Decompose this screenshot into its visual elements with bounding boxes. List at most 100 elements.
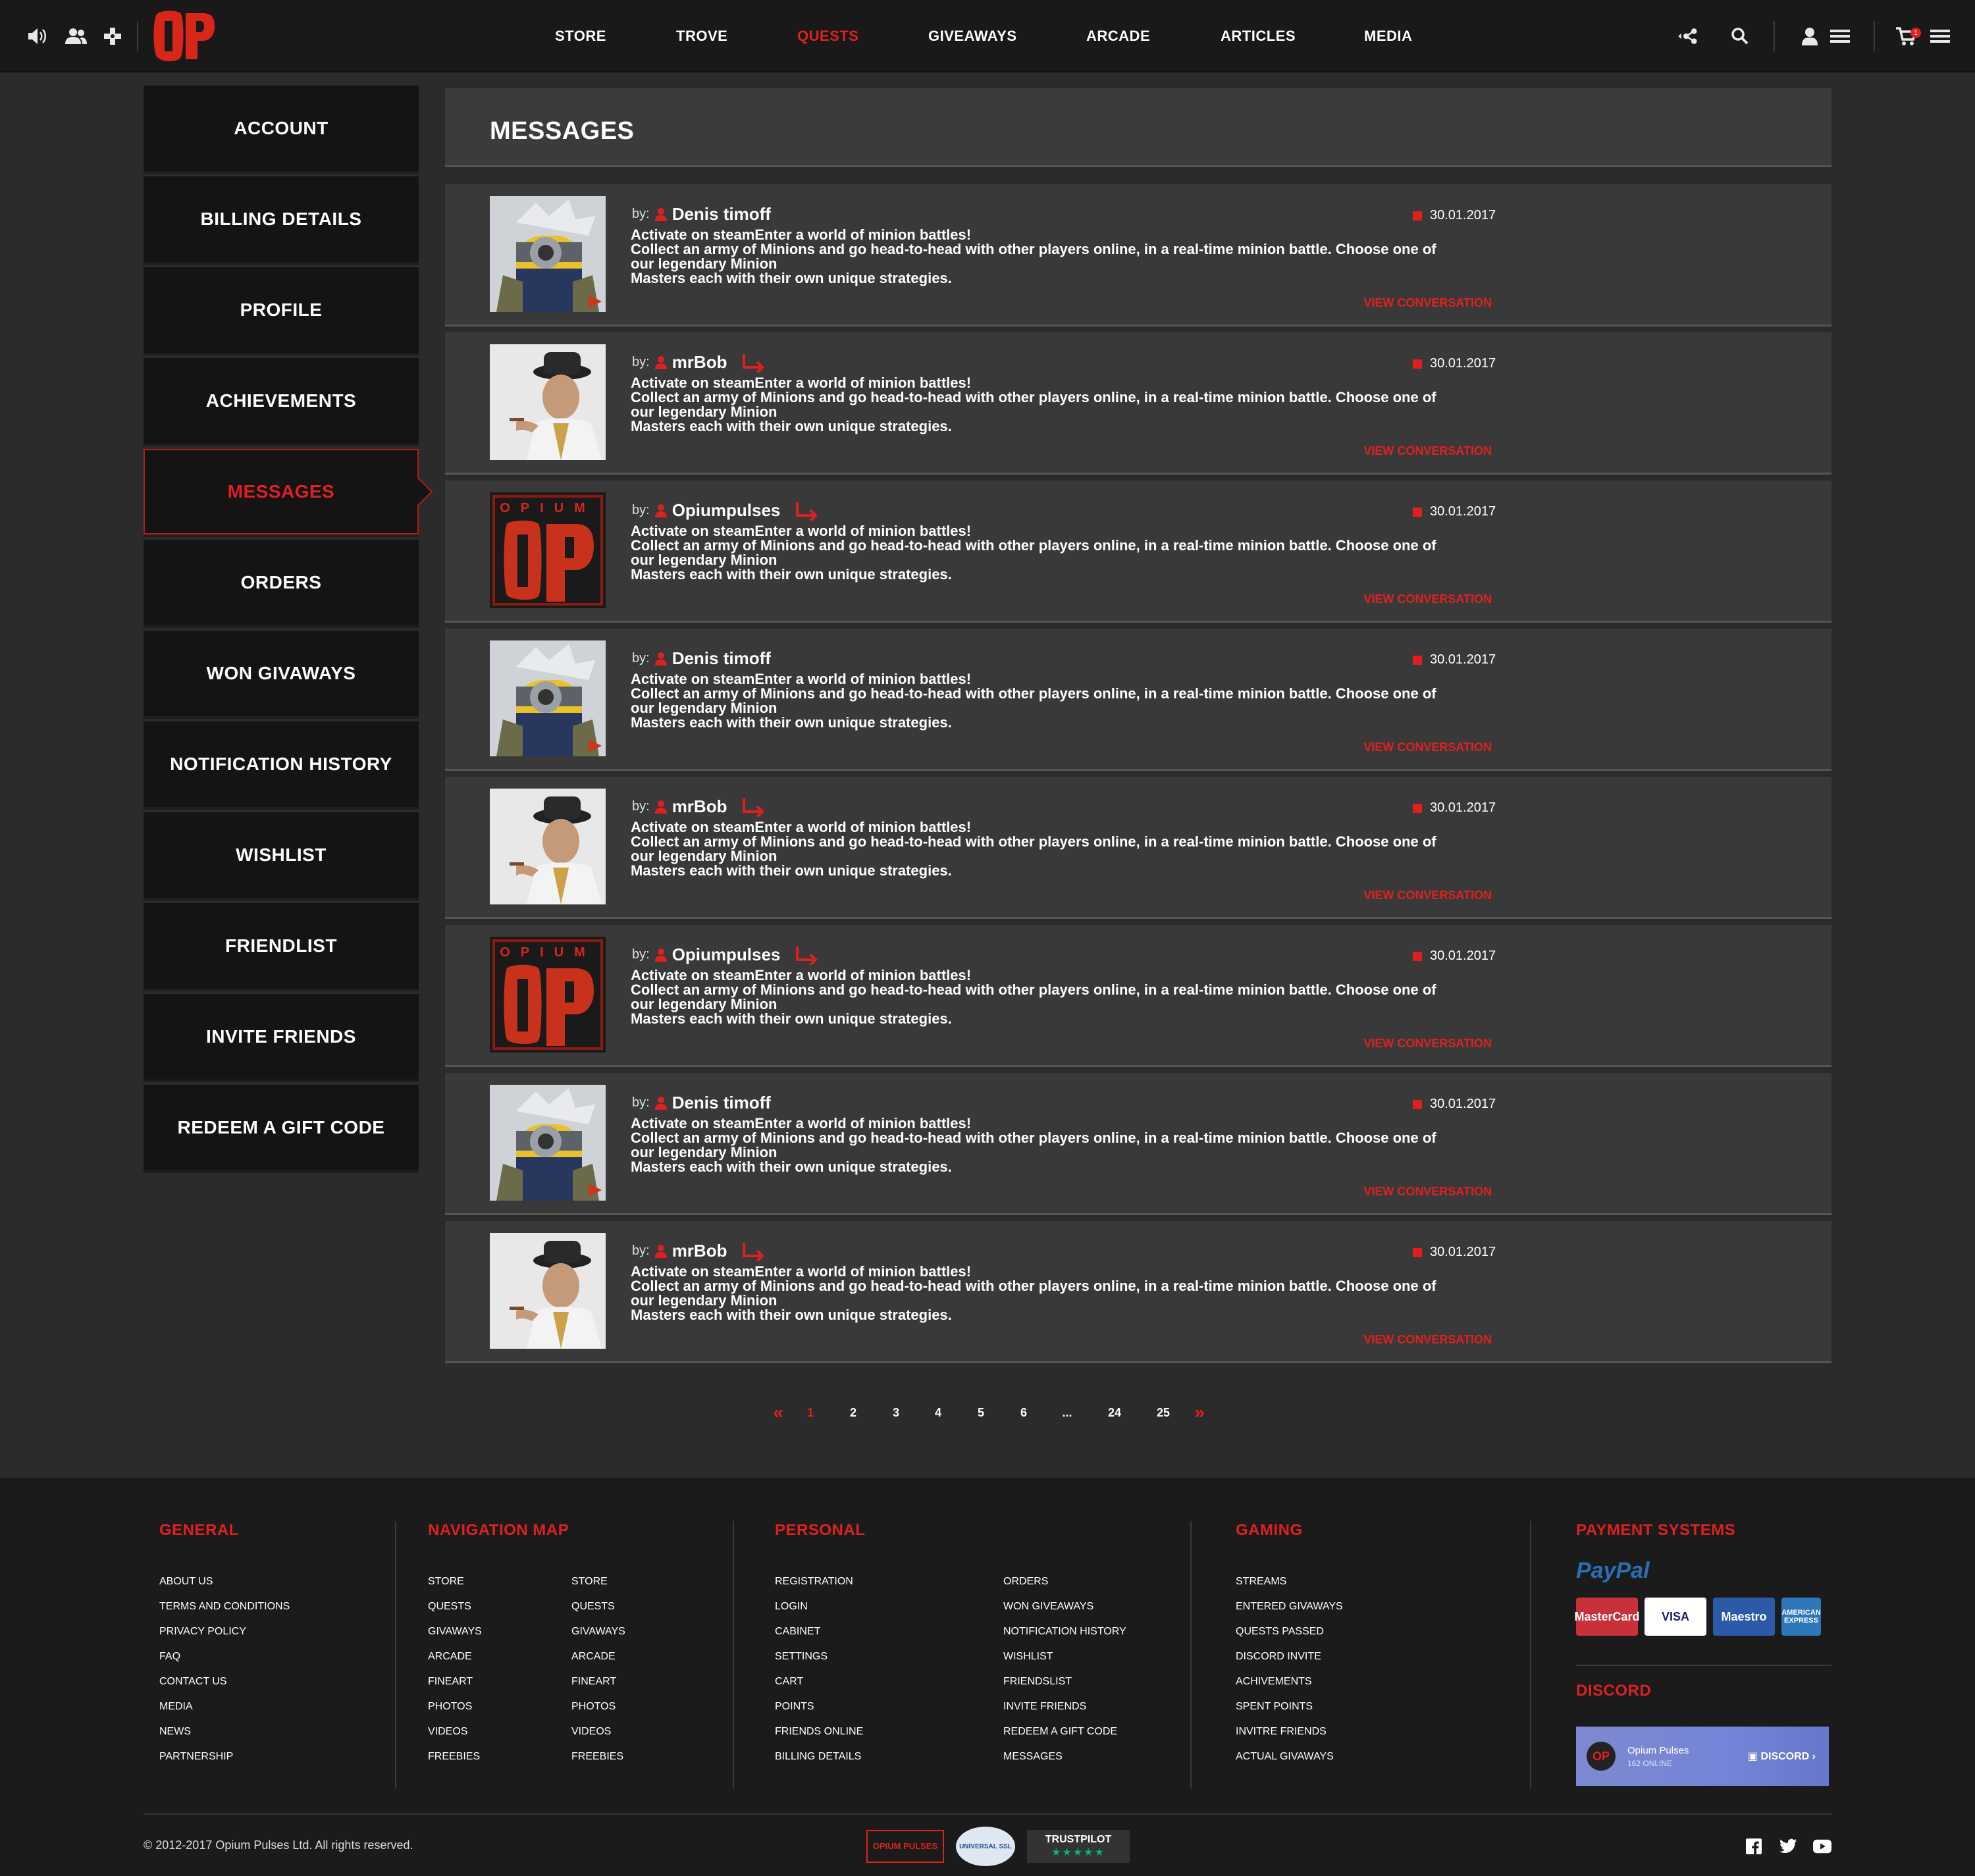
footer-link[interactable]: ACHIVEMENTS <box>1236 1675 1343 1700</box>
footer-link[interactable]: ORDERS <box>1003 1575 1126 1600</box>
view-conversation-link[interactable]: VIEW CONVERSATION <box>1354 444 1492 458</box>
footer-link[interactable]: PRIVACY POLICY <box>159 1625 290 1650</box>
view-conversation-link[interactable]: VIEW CONVERSATION <box>1354 1037 1492 1051</box>
discord-join-button[interactable]: ▣ DISCORD › <box>1748 1750 1816 1763</box>
sidebar-item-notification-history[interactable]: NOTIFICATION HISTORY <box>144 721 419 807</box>
footer-link[interactable]: GIVAWAYS <box>571 1625 625 1650</box>
view-conversation-link[interactable]: VIEW CONVERSATION <box>1354 741 1492 754</box>
search-icon[interactable] <box>1729 26 1751 46</box>
sidebar-item-messages[interactable]: MESSAGES <box>144 449 419 534</box>
sender-name[interactable]: Denis timoff <box>672 648 771 669</box>
footer-link[interactable]: NEWS <box>159 1725 290 1750</box>
nav-quests[interactable]: QUESTS <box>797 28 858 45</box>
sidebar-item-profile[interactable]: PROFILE <box>144 267 419 353</box>
view-conversation-link[interactable]: VIEW CONVERSATION <box>1354 1333 1492 1347</box>
footer-link[interactable]: QUESTS <box>428 1600 482 1625</box>
sidebar-item-redeem-gift-code[interactable]: REDEEM A GIFT CODE <box>144 1085 419 1170</box>
menu-icon[interactable] <box>1829 26 1851 46</box>
footer-link[interactable]: FRIENDS ONLINE <box>775 1725 863 1750</box>
sidebar-item-wishlist[interactable]: WISHLIST <box>144 812 419 898</box>
sender-name[interactable]: mrBob <box>672 796 727 817</box>
pagination-page[interactable]: 1 <box>807 1406 814 1420</box>
gamepad-icon[interactable] <box>101 26 124 46</box>
footer-link[interactable]: REGISTRATION <box>775 1575 863 1600</box>
footer-link[interactable]: PHOTOS <box>571 1700 625 1725</box>
footer-link[interactable]: FINEART <box>428 1675 482 1700</box>
discord-widget[interactable]: OP Opium Pulses 162 ONLINE ▣ DISCORD › <box>1576 1727 1829 1786</box>
footer-link[interactable]: STREAMS <box>1236 1575 1343 1600</box>
nav-media[interactable]: MEDIA <box>1364 28 1412 45</box>
view-conversation-link[interactable]: VIEW CONVERSATION <box>1354 592 1492 606</box>
footer-link[interactable]: FAQ <box>159 1650 290 1675</box>
sender-name[interactable]: mrBob <box>672 352 727 373</box>
footer-link[interactable]: LOGIN <box>775 1600 863 1625</box>
pagination-page[interactable]: 4 <box>935 1406 941 1420</box>
footer-link[interactable]: BILLING DETAILS <box>775 1750 863 1775</box>
sender-name[interactable]: Opiumpulses <box>672 945 781 965</box>
footer-link[interactable]: STORE <box>571 1575 625 1600</box>
sender-name[interactable]: Opiumpulses <box>672 500 781 521</box>
footer-link[interactable]: FREEBIES <box>428 1750 482 1775</box>
footer-link[interactable]: VIDEOS <box>571 1725 625 1750</box>
site-logo[interactable] <box>153 8 216 65</box>
footer-link[interactable]: DISCORD INVITE <box>1236 1650 1343 1675</box>
footer-link[interactable]: GIVAWAYS <box>428 1625 482 1650</box>
sender-avatar[interactable]: OPIUM <box>490 937 606 1053</box>
sender-name[interactable]: mrBob <box>672 1241 727 1261</box>
sidebar-item-friendlist[interactable]: FRIENDLIST <box>144 903 419 989</box>
footer-link[interactable]: MESSAGES <box>1003 1750 1126 1775</box>
share-icon[interactable] <box>1676 26 1698 46</box>
footer-link[interactable]: FINEART <box>571 1675 625 1700</box>
youtube-icon[interactable] <box>1813 1837 1831 1856</box>
footer-link[interactable]: ACTUAL GIVAWAYS <box>1236 1750 1343 1775</box>
footer-link[interactable]: INVITE FRIENDS <box>1003 1700 1126 1725</box>
pagination-prev[interactable]: « <box>773 1402 783 1423</box>
view-conversation-link[interactable]: VIEW CONVERSATION <box>1354 889 1492 902</box>
nav-arcade[interactable]: ARCADE <box>1086 28 1150 45</box>
sidebar-item-won-givaways[interactable]: WON GIVAWAYS <box>144 631 419 716</box>
sidebar-item-achievements[interactable]: ACHIEVEMENTS <box>144 358 419 444</box>
footer-link[interactable]: INVITRE FRIENDS <box>1236 1725 1343 1750</box>
footer-link[interactable]: TERMS AND CONDITIONS <box>159 1600 290 1625</box>
footer-link[interactable]: FRIENDSLIST <box>1003 1675 1126 1700</box>
sender-avatar[interactable] <box>490 196 606 312</box>
sender-avatar[interactable]: OPIUM <box>490 492 606 608</box>
user-icon[interactable] <box>1799 26 1821 46</box>
footer-link[interactable]: SETTINGS <box>775 1650 863 1675</box>
footer-link[interactable]: QUESTS PASSED <box>1236 1625 1343 1650</box>
footer-link[interactable]: QUESTS <box>571 1600 625 1625</box>
sender-avatar[interactable] <box>490 789 606 904</box>
footer-link[interactable]: ABOUT US <box>159 1575 290 1600</box>
view-conversation-link[interactable]: VIEW CONVERSATION <box>1354 1185 1492 1199</box>
footer-link[interactable]: PARTNERSHIP <box>159 1750 290 1775</box>
footer-link[interactable]: ARCADE <box>428 1650 482 1675</box>
sidebar-item-invite-friends[interactable]: INVITE FRIENDS <box>144 994 419 1080</box>
sidebar-item-billing-details[interactable]: BILLING DETAILS <box>144 176 419 262</box>
sender-avatar[interactable] <box>490 344 606 460</box>
pagination-page[interactable]: 6 <box>1020 1406 1027 1420</box>
sidebar-item-account[interactable]: ACCOUNT <box>144 86 419 171</box>
footer-link[interactable]: FREEBIES <box>571 1750 625 1775</box>
pagination-page[interactable]: 5 <box>978 1406 984 1420</box>
footer-link[interactable]: PHOTOS <box>428 1700 482 1725</box>
nav-trove[interactable]: TROVE <box>676 28 727 45</box>
view-conversation-link[interactable]: VIEW CONVERSATION <box>1354 296 1492 310</box>
pagination-next[interactable]: » <box>1194 1402 1205 1423</box>
footer-link[interactable]: SPENT POINTS <box>1236 1700 1343 1725</box>
footer-link[interactable]: MEDIA <box>159 1700 290 1725</box>
footer-link[interactable]: REDEEM A GIFT CODE <box>1003 1725 1126 1750</box>
sender-avatar[interactable] <box>490 640 606 756</box>
sender-name[interactable]: Denis timoff <box>672 1093 771 1113</box>
nav-giveaways[interactable]: GIVEAWAYS <box>928 28 1017 45</box>
hamburger-icon[interactable] <box>1929 26 1951 46</box>
speaker-icon[interactable] <box>26 26 49 46</box>
facebook-icon[interactable] <box>1745 1837 1763 1856</box>
sender-name[interactable]: Denis timoff <box>672 204 771 224</box>
pagination-page[interactable]: 2 <box>850 1406 856 1420</box>
footer-link[interactable]: VIDEOS <box>428 1725 482 1750</box>
footer-link[interactable]: POINTS <box>775 1700 863 1725</box>
footer-link[interactable]: ARCADE <box>571 1650 625 1675</box>
sidebar-item-orders[interactable]: ORDERS <box>144 540 419 625</box>
pagination-page[interactable]: 3 <box>893 1406 899 1420</box>
twitter-icon[interactable] <box>1779 1837 1797 1856</box>
